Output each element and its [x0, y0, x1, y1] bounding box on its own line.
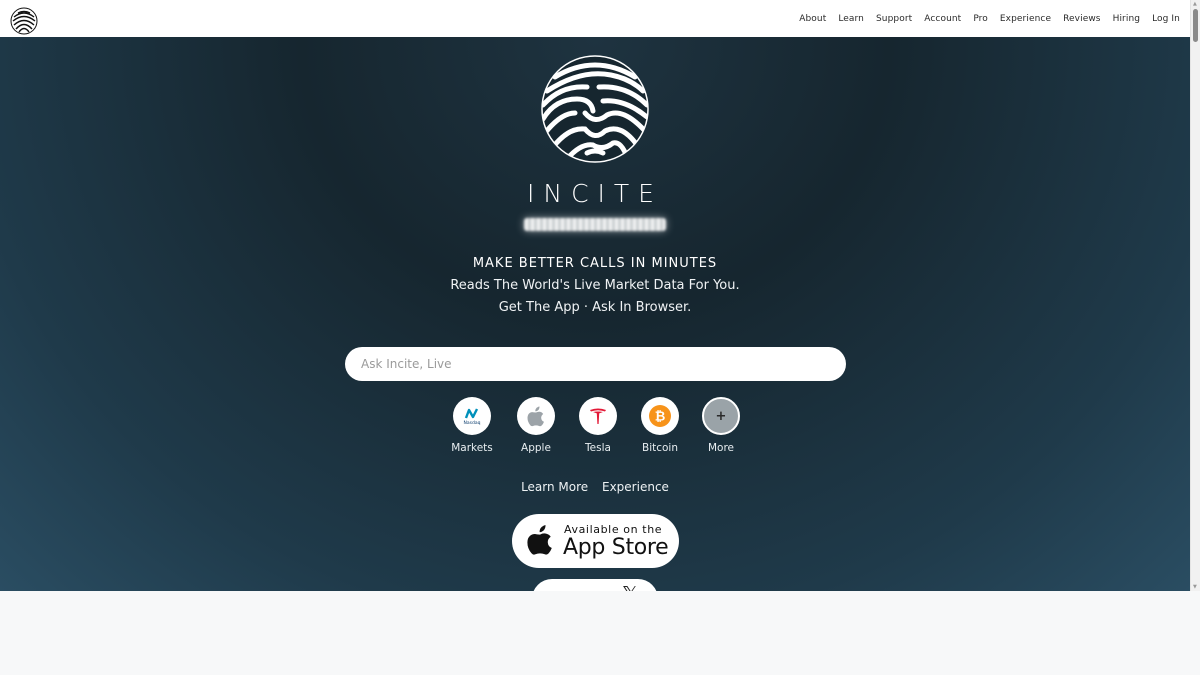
nav-account[interactable]: Account — [924, 14, 961, 24]
nav-learn[interactable]: Learn — [838, 14, 864, 24]
quick-link-markets-circle[interactable]: Nasdaq — [453, 397, 491, 435]
nav-log-in[interactable]: Log In — [1152, 14, 1180, 24]
learn-more-link[interactable]: Learn More — [521, 480, 588, 494]
scroll-up-arrow-icon[interactable]: ▲ — [1193, 1, 1197, 7]
quick-link-label: More — [707, 442, 735, 454]
quick-link-more-circle[interactable]: + — [702, 397, 740, 435]
quick-link-label: Apple — [521, 442, 551, 454]
hero-subline-app: Get The App · Ask In Browser. — [498, 300, 692, 315]
x-social-button[interactable]: 𝕏 — [532, 579, 658, 591]
svg-text:Nasdaq: Nasdaq — [464, 420, 481, 426]
bitcoin-icon: ₿ — [649, 405, 671, 427]
top-nav-bar: About Learn Support Account Pro Experien… — [0, 0, 1190, 37]
nasdaq-icon: Nasdaq — [464, 408, 481, 426]
nav-pro[interactable]: Pro — [973, 14, 988, 24]
fingerprint-globe-logo-icon — [541, 55, 649, 163]
quick-link-bitcoin[interactable]: ₿ Bitcoin — [630, 397, 690, 454]
main-nav: About Learn Support Account Pro Experien… — [799, 0, 1180, 37]
nav-reviews[interactable]: Reviews — [1063, 14, 1101, 24]
secondary-links: Learn More Experience — [0, 480, 1190, 494]
brand-name: INCITE — [527, 179, 663, 208]
x-logo-icon: 𝕏 — [622, 582, 638, 591]
nav-hiring[interactable]: Hiring — [1113, 14, 1141, 24]
quick-link-apple[interactable]: Apple — [506, 397, 566, 454]
hero-section: INCITE MAKE BETTER CALLS IN MINUTES Read… — [0, 37, 1190, 591]
quick-link-markets[interactable]: Nasdaq Markets — [442, 397, 502, 454]
app-store-big-text: App Store — [563, 535, 669, 560]
svg-text:₿: ₿ — [655, 410, 666, 425]
nav-experience[interactable]: Experience — [1000, 14, 1051, 24]
nav-support[interactable]: Support — [876, 14, 912, 24]
quick-link-label: Bitcoin — [641, 442, 678, 454]
quick-link-tesla-circle[interactable] — [579, 397, 617, 435]
ask-incite-search-input[interactable] — [345, 347, 846, 381]
tesla-icon — [590, 408, 606, 424]
app-store-button[interactable]: Available on the App Store — [512, 514, 679, 568]
quick-link-apple-circle[interactable] — [517, 397, 555, 435]
live-ticker-indicator — [524, 218, 666, 231]
page-scrollbar[interactable]: ▲ ▼ — [1190, 0, 1200, 591]
hero-headline: MAKE BETTER CALLS IN MINUTES — [472, 256, 718, 271]
plus-icon: + — [715, 408, 727, 424]
experience-link[interactable]: Experience — [602, 480, 669, 494]
hero-subline-data: Reads The World's Live Market Data For Y… — [450, 278, 740, 293]
apple-logo-icon — [527, 525, 552, 555]
nav-about[interactable]: About — [799, 14, 826, 24]
apple-icon — [527, 406, 544, 427]
scroll-down-arrow-icon[interactable]: ▼ — [1193, 584, 1197, 590]
scrollbar-thumb[interactable] — [1193, 9, 1198, 42]
fingerprint-logo-icon[interactable] — [10, 7, 38, 35]
quick-link-label: Markets — [451, 442, 493, 454]
quick-link-more[interactable]: + More — [691, 397, 751, 454]
quick-link-label: Tesla — [585, 442, 611, 454]
quick-link-bitcoin-circle[interactable]: ₿ — [641, 397, 679, 435]
quick-link-tesla[interactable]: Tesla — [568, 397, 628, 454]
